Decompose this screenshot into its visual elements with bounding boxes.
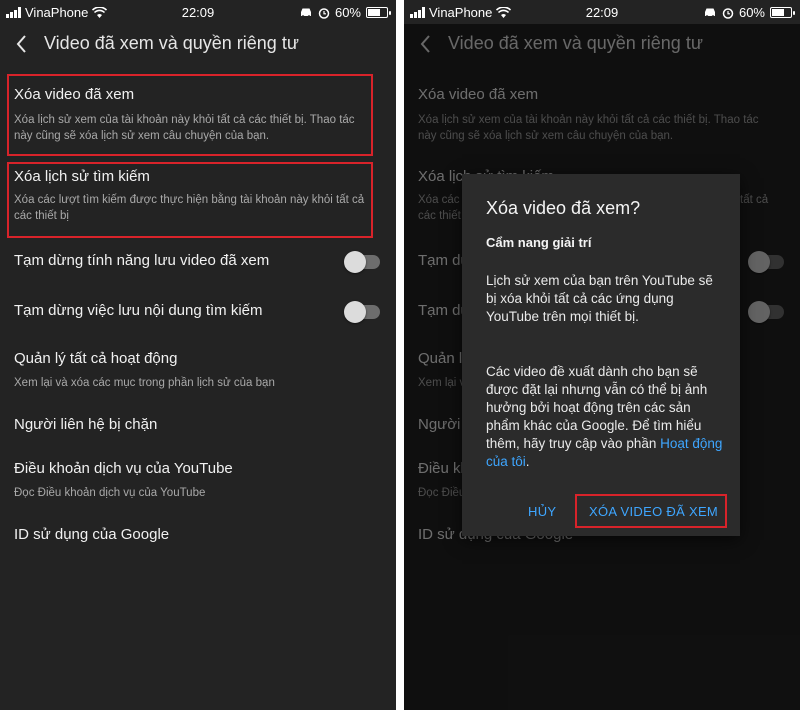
manage-activity-item[interactable]: Quản lý tất cả hoạt động Xem lại và xóa …: [0, 344, 396, 400]
google-id-item[interactable]: ID sử dụng của Google: [0, 520, 396, 560]
pause-watch-toggle[interactable]: [344, 251, 380, 273]
dialog-paragraph: Lịch sử xem của bạn trên YouTube sẽ bị x…: [486, 273, 713, 324]
pause-watch-history-item[interactable]: Tạm dừng tính năng lưu video đã xem: [0, 242, 396, 290]
status-bar: VinaPhone 22:09 60%: [0, 0, 396, 24]
right-screen: VinaPhone 22:09 60% Video đã xem và quyề…: [404, 0, 800, 710]
back-arrow-icon[interactable]: [10, 32, 34, 56]
item-title: Điều khoản dịch vụ của YouTube: [14, 460, 233, 477]
toggle-knob: [344, 251, 366, 273]
item-subtitle: Đọc Điều khoản dịch vụ của YouTube: [14, 487, 206, 499]
app-bar: Video đã xem và quyền riêng tư: [0, 24, 396, 64]
item-subtitle: Xem lại và xóa các mục trong phần lịch s…: [14, 377, 275, 389]
account-name: Cẩm nang giải trí: [486, 235, 592, 250]
item-title: Tạm dừng việc lưu nội dung tìm kiếm: [14, 302, 263, 319]
battery-icon: [770, 7, 795, 18]
car-icon: [300, 8, 311, 18]
item-title: Quản lý tất cả hoạt động: [14, 350, 178, 367]
dialog-paragraph: Các video đề xuất dành cho bạn sẽ được đ…: [486, 363, 724, 471]
item-title: Tạm dừng tính năng lưu video đã xem: [14, 252, 270, 269]
item-title: Người liên hệ bị chặn: [14, 416, 158, 433]
battery-icon: [366, 7, 391, 18]
pause-search-toggle[interactable]: [344, 301, 380, 323]
alarm-icon: [318, 7, 330, 19]
dialog-title: Xóa video đã xem?: [486, 198, 641, 218]
highlight-box: [7, 74, 373, 156]
left-screen: VinaPhone 22:09 60% Video đã xem và quyề…: [0, 0, 396, 710]
highlight-box: [575, 494, 727, 528]
toggle-knob: [344, 301, 366, 323]
pause-search-history-item[interactable]: Tạm dừng việc lưu nội dung tìm kiếm: [0, 292, 396, 340]
item-title: ID sử dụng của Google: [14, 526, 170, 543]
car-icon: [704, 8, 715, 18]
status-bar: VinaPhone 22:09 60%: [404, 0, 800, 24]
battery-percent: 60%: [738, 5, 765, 20]
cancel-button[interactable]: HỦY: [528, 504, 556, 519]
terms-of-service-item[interactable]: Điều khoản dịch vụ của YouTube Đọc Điều …: [0, 454, 396, 510]
blocked-contacts-item[interactable]: Người liên hệ bị chặn: [0, 408, 396, 448]
page-title: Video đã xem và quyền riêng tư: [44, 33, 299, 53]
alarm-icon: [722, 7, 734, 19]
battery-percent: 60%: [334, 5, 361, 20]
clear-watch-history-dialog: Xóa video đã xem? Cẩm nang giải trí Lịch…: [462, 174, 740, 536]
highlight-box: [7, 162, 373, 238]
paragraph-end: .: [525, 454, 530, 469]
